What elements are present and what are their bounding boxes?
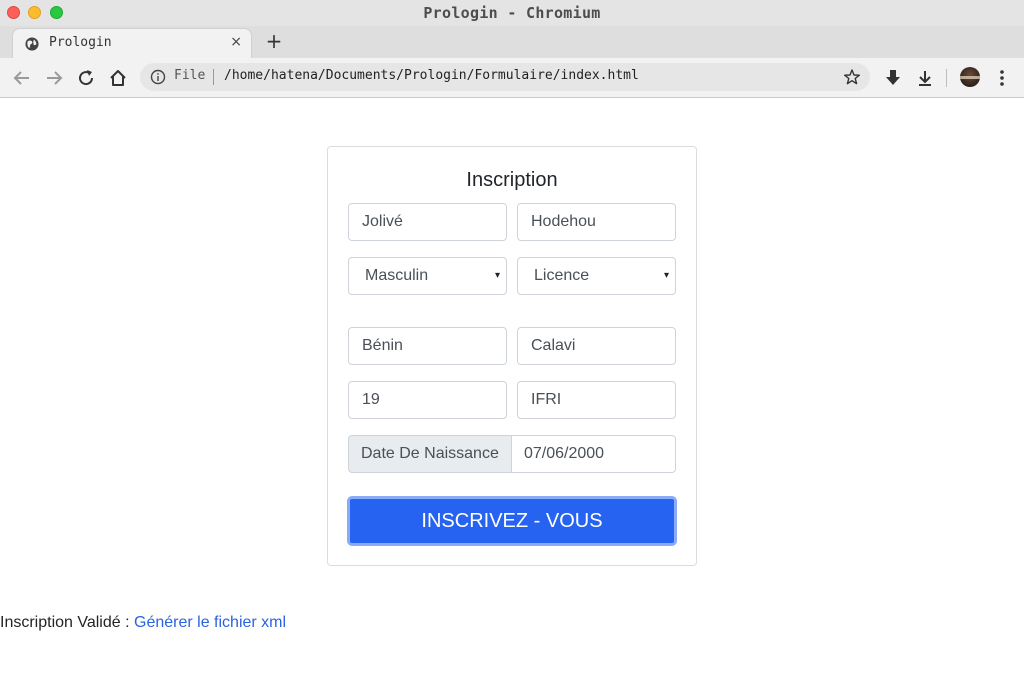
status-line: Inscription Validé : Générer le fichier …	[0, 614, 286, 632]
tab-strip: Prologin ×	[0, 26, 1024, 58]
forward-arrow-icon[interactable]	[43, 67, 65, 89]
toolbar-divider	[946, 69, 947, 87]
window-titlebar: Prologin - Chromium	[0, 0, 1024, 26]
niveau-select[interactable]: Licence ▾	[517, 257, 676, 295]
submit-button[interactable]: INSCRIVEZ - VOUS	[347, 496, 677, 546]
sexe-select-value: Masculin	[365, 267, 429, 284]
sexe-select[interactable]: Masculin ▾	[348, 257, 507, 295]
browser-toolbar: File /home/hatena/Documents/Prologin/For…	[0, 58, 1024, 98]
chevron-down-icon: ▾	[663, 270, 669, 281]
chevron-down-icon: ▾	[494, 270, 500, 281]
downloads-icon[interactable]	[915, 68, 935, 88]
date-naissance-input[interactable]: 07/06/2000	[511, 435, 676, 473]
bookmark-star-icon[interactable]	[843, 68, 861, 86]
status-text: Inscription Validé :	[0, 614, 130, 631]
url-text[interactable]: /home/hatena/Documents/Prologin/Formulai…	[224, 68, 639, 83]
inscription-form-card: Inscription Jolivé Hodehou Masculin ▾ Li…	[327, 146, 697, 566]
ecole-input[interactable]: IFRI	[517, 381, 676, 419]
prenom-input[interactable]: Jolivé	[348, 203, 507, 241]
date-naissance-label: Date De Naissance	[348, 435, 512, 473]
age-input[interactable]: 19	[348, 381, 507, 419]
generate-xml-link[interactable]: Générer le fichier xml	[134, 614, 286, 631]
scheme-label: File	[174, 68, 206, 83]
address-bar[interactable]: File /home/hatena/Documents/Prologin/For…	[140, 63, 870, 91]
menu-kebab-icon[interactable]	[992, 68, 1012, 88]
tab-title: Prologin	[49, 35, 112, 50]
nom-input[interactable]: Hodehou	[517, 203, 676, 241]
pays-input[interactable]: Bénin	[348, 327, 507, 365]
back-arrow-icon[interactable]	[11, 67, 33, 89]
tab-close-icon[interactable]: ×	[230, 34, 242, 50]
omnibox-divider	[213, 69, 214, 85]
niveau-select-value: Licence	[534, 267, 590, 284]
globe-icon	[25, 37, 39, 51]
reload-icon[interactable]	[75, 67, 97, 89]
ville-input[interactable]: Calavi	[517, 327, 676, 365]
date-naissance-group: Date De Naissance 07/06/2000	[348, 435, 676, 473]
browser-tab[interactable]: Prologin ×	[12, 28, 252, 58]
window-title: Prologin - Chromium	[423, 4, 601, 22]
home-icon[interactable]	[107, 67, 129, 89]
download-extension-icon[interactable]	[883, 68, 903, 88]
info-icon[interactable]	[150, 69, 166, 85]
profile-avatar[interactable]	[960, 67, 980, 87]
new-tab-button[interactable]: +	[264, 30, 284, 52]
form-title: Inscription	[466, 169, 558, 191]
